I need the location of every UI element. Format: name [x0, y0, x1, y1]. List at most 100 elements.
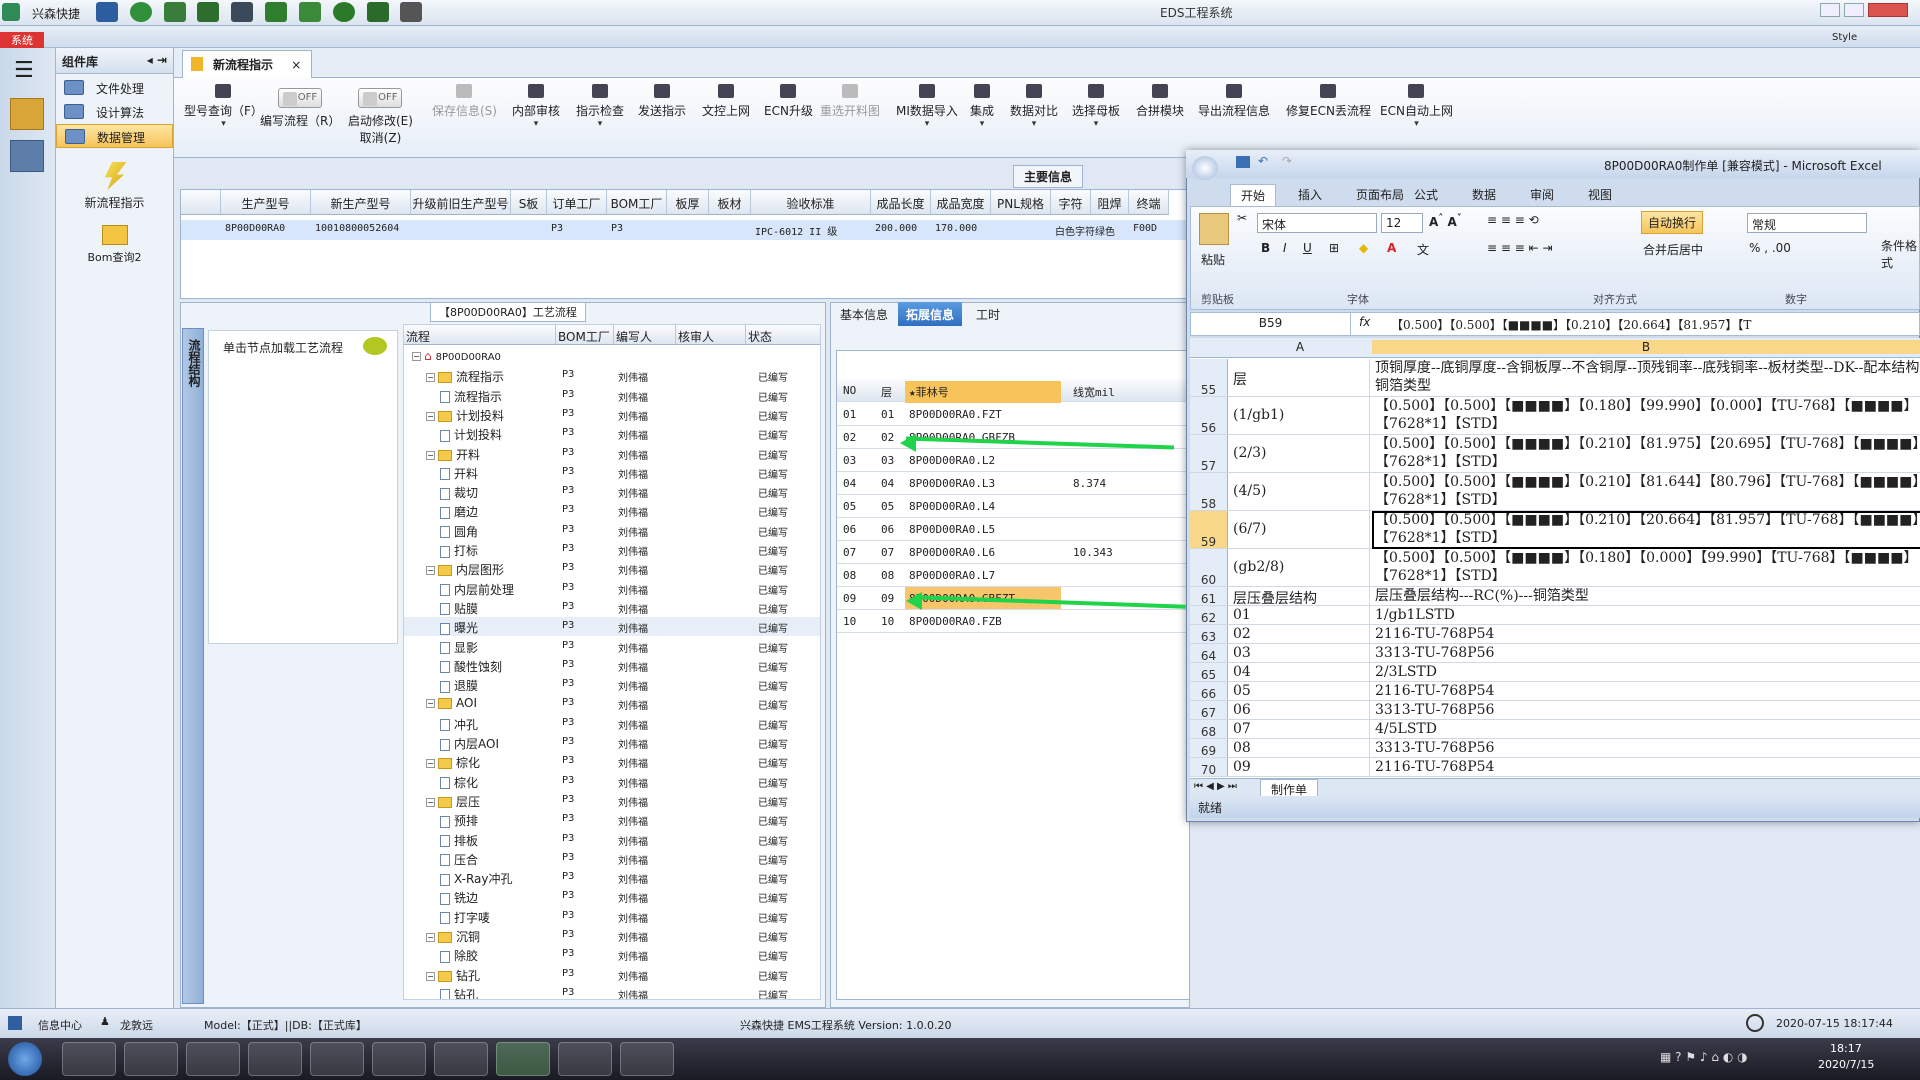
conditional-format-button[interactable]: 条件格式	[1881, 237, 1919, 271]
bom-query-item[interactable]: Bom查询2	[56, 225, 173, 265]
copy-icon[interactable]	[265, 2, 288, 22]
grid-header-cell[interactable]: 新生产型号	[311, 190, 411, 215]
office-button-icon[interactable]	[1192, 156, 1218, 180]
chart-icon[interactable]	[366, 2, 389, 22]
layer-grid-cell[interactable]: 8P00D00RA0.FZB	[909, 615, 1002, 628]
start-modify-toggle[interactable]: OFF 启动修改(E) 取消(Z)	[348, 88, 413, 146]
cell-a[interactable]: 04	[1230, 663, 1370, 681]
grid-header-cell[interactable]: 验收标准	[751, 190, 871, 215]
cell-b[interactable]: 【0.500】【0.500】【■■■■】【0.180】【0.000】【99.99…	[1372, 549, 1920, 587]
collapse-icon[interactable]: −	[426, 411, 435, 421]
tree-node[interactable]: − 流程指示	[426, 368, 504, 385]
grid-header-cell[interactable]: 订单工厂	[547, 190, 607, 215]
monitor-icon[interactable]	[400, 2, 423, 22]
nav-item-algorithm[interactable]: 设计算法	[56, 100, 173, 124]
tree-row[interactable]: 计划投料 P3 刘伟福 已编写	[404, 424, 820, 443]
taskbar-app-tool[interactable]	[434, 1042, 488, 1076]
nav-item-data-management[interactable]: 数据管理	[56, 124, 173, 148]
excel-row[interactable]: 61 层压叠层结构 层压叠层结构---RC(%)---铜箔类型	[1190, 587, 1920, 606]
row-number[interactable]: 55	[1190, 359, 1228, 397]
underline-button[interactable]: U	[1303, 241, 1312, 255]
taskbar-app-eds[interactable]	[310, 1042, 364, 1076]
cell-a[interactable]: 07	[1230, 720, 1370, 738]
excel-row[interactable]: 62 01 1/gb1LSTD	[1190, 606, 1920, 625]
grid-header-cell[interactable]: 字符	[1051, 190, 1091, 215]
layer-grid-cell[interactable]: 01	[843, 408, 856, 421]
tree-row[interactable]: − ⌂ 8P00D00RA0	[404, 347, 820, 366]
layer-grid-cell[interactable]: 8P00D00RA0.L6	[909, 546, 995, 559]
gears-icon[interactable]	[10, 140, 44, 172]
layer-grid-cell[interactable]: 08	[881, 569, 894, 582]
layer-grid-cell[interactable]: 09	[843, 592, 856, 605]
grid-cell[interactable]: 200.000	[875, 223, 917, 234]
cell-a[interactable]: 层压叠层结构	[1230, 587, 1370, 605]
tree-node[interactable]: − AOI	[426, 696, 477, 710]
search-icon[interactable]	[96, 2, 118, 22]
tree-node[interactable]: 预排	[440, 812, 478, 829]
row-number[interactable]: 59	[1190, 511, 1228, 549]
tree-row[interactable]: 退膜 P3 刘伟福 已编写	[404, 675, 820, 694]
grid-header-cell[interactable]: BOM工厂	[607, 190, 667, 215]
tree-row[interactable]: 铣边 P3 刘伟福 已编写	[404, 887, 820, 906]
grow-font-icon[interactable]: A˄ A˅	[1429, 213, 1462, 229]
cell-a[interactable]: 09	[1230, 758, 1370, 776]
tree-row[interactable]: 内层AOI P3 刘伟福 已编写	[404, 733, 820, 752]
row-number[interactable]: 63	[1190, 625, 1228, 644]
cell-a[interactable]: 08	[1230, 739, 1370, 757]
layer-grid-header-cell[interactable]: ★菲林号	[905, 381, 1061, 403]
internal-review-button[interactable]: 内部审核 ▾	[512, 84, 560, 129]
tree-row[interactable]: − 流程指示 P3 刘伟福 已编写	[404, 366, 820, 385]
excel-row[interactable]: 55 层顶铜厚度--底铜厚度--含铜板厚--不含铜厚--顶残铜率--底残铜率--板…	[1190, 359, 1920, 397]
grid-cell[interactable]: IPC-6012 II 级	[755, 223, 837, 238]
tree-node[interactable]: 退膜	[440, 677, 478, 694]
tree-node[interactable]: − 内层图形	[426, 561, 504, 578]
taskbar-app-excel[interactable]	[496, 1042, 550, 1076]
layer-grid-row[interactable]: 01 01 8P00D00RA0.FZT	[837, 403, 1191, 426]
tree-node[interactable]: 内层前处理	[440, 581, 514, 598]
tree-row[interactable]: 除胶 P3 刘伟福 已编写	[404, 945, 820, 964]
grid-cell[interactable]: P3	[551, 223, 563, 234]
tree-node[interactable]: − 开料	[426, 446, 480, 463]
tree-header-cell[interactable]: 状态	[746, 325, 820, 345]
toggle-switch[interactable]: OFF	[358, 88, 403, 108]
ecn-auto-publish-button[interactable]: ECN自动上网 ▾	[1380, 84, 1453, 129]
taskbar-app-save[interactable]	[124, 1042, 178, 1076]
tree-node[interactable]: 铣边	[440, 889, 478, 906]
layer-grid-cell[interactable]: 06	[881, 523, 894, 536]
tree-row[interactable]: − 钻孔 P3 刘伟福 已编写	[404, 965, 820, 984]
cell-b[interactable]: 层压叠层结构---RC(%)---铜箔类型	[1372, 587, 1920, 606]
taskbar-app-monitor[interactable]	[372, 1042, 426, 1076]
tree-node[interactable]: 贴膜	[440, 600, 478, 617]
collapse-icon[interactable]: −	[426, 759, 435, 769]
tree-row[interactable]: 内层前处理 P3 刘伟福 已编写	[404, 579, 820, 598]
paste-icon[interactable]	[1199, 213, 1229, 245]
select-mother-board-button[interactable]: 选择母板 ▾	[1072, 84, 1120, 129]
layer-grid-cell[interactable]: 8P00D00RA0.L4	[909, 500, 995, 513]
tree-row[interactable]: − 内层图形 P3 刘伟福 已编写	[404, 559, 820, 578]
excel-ribbon-tab[interactable]: 开始	[1230, 184, 1277, 207]
layer-grid-cell[interactable]: 07	[881, 546, 894, 559]
collapse-icon[interactable]: −	[426, 797, 435, 807]
tree-row[interactable]: 冲孔 P3 刘伟福 已编写	[404, 714, 820, 733]
tree-row[interactable]: − 棕化 P3 刘伟福 已编写	[404, 752, 820, 771]
name-box[interactable]: B59	[1191, 313, 1351, 335]
row-number[interactable]: 57	[1190, 435, 1228, 473]
layer-grid-cell[interactable]: 08	[843, 569, 856, 582]
excel-ribbon-tab[interactable]: 视图	[1578, 184, 1622, 205]
percent-icon[interactable]: % , .00	[1749, 241, 1791, 255]
collapse-icon[interactable]: −	[426, 566, 435, 576]
cell-a[interactable]: 层	[1230, 359, 1370, 396]
tree-node[interactable]: − 棕化	[426, 754, 480, 771]
cell-a[interactable]: (1/gb1)	[1230, 397, 1370, 434]
tree-row[interactable]: 磨边 P3 刘伟福 已编写	[404, 501, 820, 520]
tree-row[interactable]: 棕化 P3 刘伟福 已编写	[404, 772, 820, 791]
sheet-nav-icon[interactable]: ⏮ ◀ ▶ ⏭	[1194, 781, 1237, 792]
excel-ribbon-tab[interactable]: 插入	[1288, 184, 1332, 205]
nav-item-file[interactable]: 文件处理	[56, 76, 173, 100]
tree-row[interactable]: X-Ray冲孔 P3 刘伟福 已编写	[404, 868, 820, 887]
excel-row[interactable]: 57 (2/3) 【0.500】【0.500】【■■■■】【0.210】【81.97…	[1190, 435, 1920, 473]
layer-grid-cell[interactable]: 01	[881, 408, 894, 421]
undo-icon[interactable]: ↶	[1258, 154, 1268, 168]
system-tab[interactable]: 系统	[0, 32, 44, 48]
collapse-icon[interactable]: −	[426, 373, 435, 383]
